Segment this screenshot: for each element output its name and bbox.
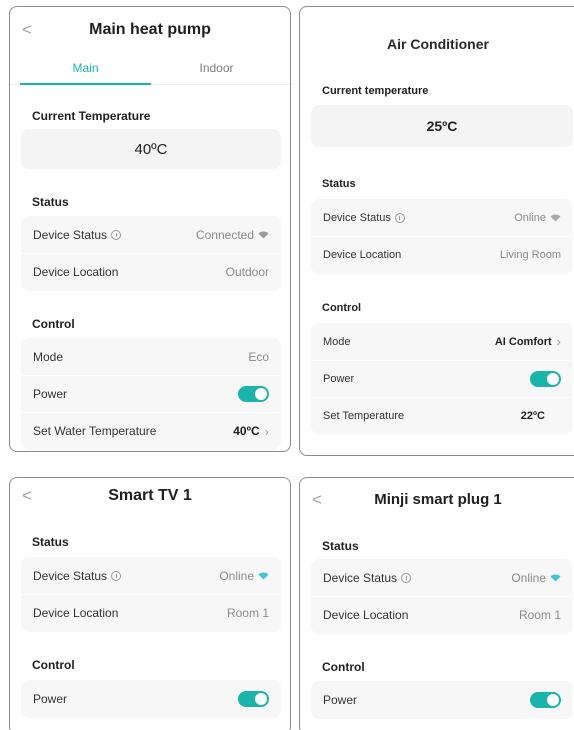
set-water-temperature-row[interactable]: Set Water Temperature 40ºC › (21, 412, 281, 449)
mode-label: Mode (323, 335, 351, 348)
wifi-icon (550, 213, 561, 221)
power-toggle[interactable] (238, 386, 269, 402)
current-temperature-label: Current Temperature (32, 109, 151, 123)
device-status-value: Connected (195, 227, 254, 242)
heat-pump-card: < Main heat pump Main Indoor Current Tem… (9, 6, 291, 452)
status-section-label: Status (32, 195, 69, 209)
device-status-row: Device Status Online (311, 559, 573, 596)
set-temperature-label: Set Temperature (323, 410, 405, 422)
mode-row[interactable]: Mode Eco (21, 338, 281, 375)
wifi-icon (258, 230, 269, 238)
device-status-label: Device Status (33, 568, 108, 583)
device-location-row: Device Location Living Room (311, 236, 573, 273)
device-location-value: Room 1 (518, 608, 561, 622)
control-group: Power (21, 680, 281, 718)
power-row: Power (311, 681, 573, 718)
control-section-label: Control (32, 658, 75, 672)
toggle-knob (547, 373, 559, 385)
page-title: Main heat pump (89, 21, 211, 38)
smart-tv-card: < Smart TV 1 Status Device Status Online… (9, 477, 291, 730)
chevron-right-icon: › (556, 334, 561, 349)
control-section-label: Control (322, 660, 365, 674)
status-section-label: Status (322, 178, 356, 190)
status-group: Device Status Online Device Location Liv… (311, 199, 573, 274)
device-status-row: Device Status Connected (21, 216, 281, 253)
power-row: Power (311, 360, 573, 397)
power-row: Power (21, 680, 281, 717)
mode-row[interactable]: Mode AI Comfort › (311, 323, 573, 360)
device-location-label: Device Location (323, 249, 402, 261)
status-group: Device Status Connected Device Location … (21, 216, 281, 291)
info-icon[interactable] (111, 570, 122, 581)
air-conditioner-card: Air Conditioner Current temperature 25ºC… (299, 6, 574, 456)
current-temperature-value: 25ºC (311, 105, 573, 147)
control-section-label: Control (322, 302, 362, 314)
toggle-knob (547, 693, 559, 706)
page-title: Air Conditioner (387, 36, 489, 52)
device-location-value: Room 1 (226, 606, 269, 620)
device-status-label: Device Status (33, 227, 108, 242)
status-group: Device Status Online Device Location Roo… (311, 559, 573, 634)
current-temperature-value: 40ºC (21, 129, 281, 169)
device-status-label: Device Status (323, 211, 391, 224)
power-label: Power (33, 387, 68, 401)
current-temperature-label: Current temperature (322, 85, 429, 97)
set-temperature-row[interactable]: Set Temperature 22ºC (311, 397, 573, 434)
page-title: Smart TV 1 (108, 487, 192, 504)
control-group: Power (311, 681, 573, 719)
info-icon[interactable] (401, 572, 412, 583)
device-location-label: Device Location (323, 608, 409, 622)
power-toggle[interactable] (530, 691, 561, 708)
device-location-row: Device Location Outdoor (21, 253, 281, 290)
tab-main[interactable]: Main (20, 51, 151, 85)
device-status-value: Online (511, 570, 546, 585)
device-status-value: Online (219, 568, 254, 583)
device-status-value: Online (514, 211, 546, 224)
device-location-value: Outdoor (225, 265, 269, 279)
power-row: Power (21, 375, 281, 412)
mode-value: AI Comfort (494, 335, 552, 348)
page-title: Minji smart plug 1 (374, 491, 502, 508)
device-status-row: Device Status Online (21, 557, 281, 594)
toggle-knob (255, 692, 267, 705)
tab-indoor[interactable]: Indoor (151, 51, 282, 85)
toggle-knob (255, 388, 267, 400)
device-location-label: Device Location (33, 265, 119, 279)
control-group: Mode Eco Power Set Water Temperature 40º… (21, 338, 281, 449)
wifi-icon (258, 571, 269, 579)
device-location-value: Living Room (499, 249, 561, 261)
set-water-temperature-label: Set Water Temperature (33, 424, 157, 438)
power-label: Power (323, 373, 355, 385)
power-toggle[interactable] (530, 371, 561, 387)
info-icon[interactable] (111, 229, 122, 240)
power-label: Power (323, 692, 358, 707)
status-section-label: Status (322, 539, 359, 553)
mode-value: Eco (248, 349, 269, 364)
device-location-label: Device Location (33, 606, 119, 620)
device-location-row: Device Location Room 1 (21, 594, 281, 631)
set-water-temperature-value: 40ºC (233, 424, 260, 438)
device-status-label: Device Status (323, 570, 398, 585)
status-section-label: Status (32, 535, 69, 549)
control-section-label: Control (32, 317, 75, 331)
chevron-right-icon: › (264, 423, 269, 439)
wifi-icon (550, 573, 561, 581)
status-group: Device Status Online Device Location Roo… (21, 557, 281, 632)
device-status-row: Device Status Online (311, 199, 573, 236)
tab-bar: Main Indoor (10, 51, 290, 85)
power-toggle[interactable] (238, 690, 269, 707)
set-temperature-value: 22ºC (520, 410, 545, 422)
tab-active-indicator (20, 83, 151, 85)
smart-plug-card: < Minji smart plug 1 Status Device Statu… (299, 477, 574, 730)
device-location-row: Device Location Room 1 (311, 596, 573, 633)
power-label: Power (33, 691, 68, 706)
control-group: Mode AI Comfort › Power Set Temperature 2… (311, 323, 573, 434)
info-icon[interactable] (394, 212, 405, 223)
mode-label: Mode (33, 349, 64, 364)
